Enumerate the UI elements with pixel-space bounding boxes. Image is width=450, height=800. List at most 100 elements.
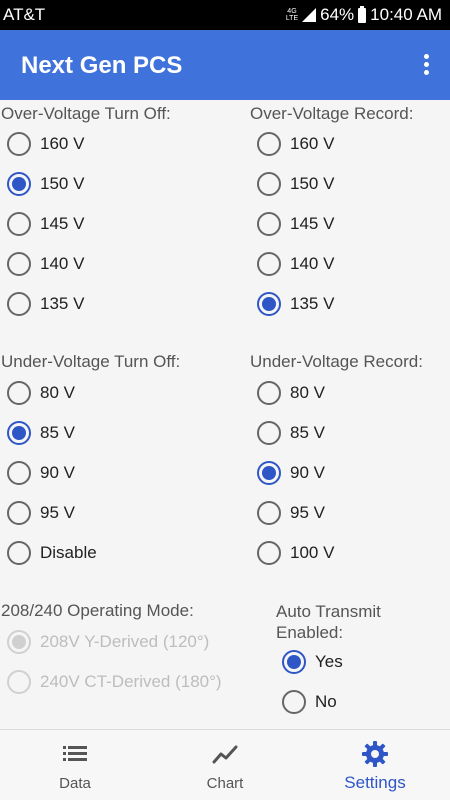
radio-circle: [282, 650, 306, 674]
list-icon: [63, 746, 87, 761]
radio-circle: [7, 461, 31, 485]
network-type-icon: 4G LTE: [285, 8, 299, 22]
option-label: 85 V: [40, 423, 75, 442]
radio-option[interactable]: 135 V: [257, 284, 334, 324]
option-label: 145 V: [290, 214, 335, 233]
radio-option[interactable]: 140 V: [257, 244, 334, 284]
status-icons: 4G LTE 64% 10:40 AM: [286, 5, 442, 25]
battery-icon: [358, 5, 367, 23]
radio-circle: [257, 461, 281, 485]
radio-circle: [7, 292, 31, 316]
nav-label-data: Data: [59, 775, 91, 792]
option-label: 145 V: [40, 214, 85, 233]
radio-circle: [7, 172, 31, 196]
status-bar: AT&T 4G LTE 64% 10:40 AM: [0, 0, 450, 30]
option-label: 85 V: [290, 423, 325, 442]
radio-circle: [257, 501, 281, 525]
option-label: 140 V: [40, 254, 85, 273]
option-label: 90 V: [40, 463, 75, 482]
radio-option[interactable]: 80 V: [257, 373, 325, 413]
option-label: 240V CT-Derived (180°): [40, 672, 222, 691]
auto-transmit-label-line2: Enabled:: [276, 623, 344, 642]
bottom-navigation: Data Chart Settings: [0, 729, 450, 800]
radio-circle: [257, 252, 281, 276]
option-label: 160 V: [40, 134, 85, 153]
over-voltage-record-label: Over-Voltage Record:: [250, 104, 414, 123]
option-label: 95 V: [40, 503, 75, 522]
radio-option[interactable]: 150 V: [7, 164, 84, 204]
radio-option[interactable]: Disable: [7, 533, 97, 573]
radio-circle: [7, 212, 31, 236]
nav-item-settings[interactable]: Settings: [300, 730, 450, 800]
option-label: 140 V: [290, 254, 335, 273]
operating-mode-label: 208/240 Operating Mode:: [1, 601, 194, 620]
option-label: No: [315, 692, 337, 711]
radio-option[interactable]: 160 V: [7, 124, 84, 164]
signal-strength-icon: [302, 8, 317, 22]
radio-circle: [7, 670, 31, 694]
radio-option[interactable]: 90 V: [257, 453, 325, 493]
carrier-label: AT&T: [3, 5, 46, 24]
auto-transmit-label-line1: Auto Transmit: [276, 602, 381, 621]
under-voltage-turn-off-label: Under-Voltage Turn Off:: [1, 352, 181, 371]
option-label: 150 V: [290, 174, 335, 193]
radio-circle: [257, 292, 281, 316]
nav-label-chart: Chart: [206, 775, 244, 792]
option-label: 160 V: [290, 134, 335, 153]
option-label: 90 V: [290, 463, 325, 482]
option-label: 100 V: [290, 543, 335, 562]
option-label: Yes: [315, 652, 343, 671]
radio-option[interactable]: 85 V: [7, 413, 75, 453]
option-label: 95 V: [290, 503, 325, 522]
app-title: Next Gen PCS: [21, 52, 183, 79]
overflow-menu-icon[interactable]: [422, 54, 430, 78]
option-label: 135 V: [40, 294, 85, 313]
clock: 10:40 AM: [370, 5, 442, 24]
option-label: 80 V: [40, 383, 75, 402]
option-label: 80 V: [290, 383, 325, 402]
option-label: Disable: [40, 543, 97, 562]
app-bar: Next Gen PCS: [0, 30, 450, 100]
radio-option[interactable]: 160 V: [257, 124, 334, 164]
radio-option: 240V CT-Derived (180°): [7, 662, 222, 702]
auto-transmit-label: Auto Transmit Enabled:: [276, 601, 381, 643]
radio-circle: [7, 381, 31, 405]
nav-label-settings: Settings: [344, 773, 406, 792]
radio-circle: [7, 252, 31, 276]
option-label: 135 V: [290, 294, 335, 313]
radio-circle: [257, 212, 281, 236]
radio-option[interactable]: 100 V: [257, 533, 334, 573]
radio-option[interactable]: 140 V: [7, 244, 84, 284]
radio-option[interactable]: No: [282, 682, 337, 722]
radio-circle: [7, 501, 31, 525]
nav-item-data[interactable]: Data: [0, 730, 150, 800]
radio-option[interactable]: 90 V: [7, 453, 75, 493]
nav-item-chart[interactable]: Chart: [150, 730, 300, 800]
radio-circle: [282, 690, 306, 714]
radio-circle: [257, 132, 281, 156]
radio-option[interactable]: 145 V: [257, 204, 334, 244]
option-label: 208V Y-Derived (120°): [40, 632, 210, 651]
gear-icon: [362, 741, 388, 767]
radio-option[interactable]: 95 V: [7, 493, 75, 533]
battery-percent: 64%: [320, 5, 355, 24]
radio-circle: [7, 421, 31, 445]
over-voltage-turn-off-label: Over-Voltage Turn Off:: [1, 104, 171, 123]
radio-option: 208V Y-Derived (120°): [7, 622, 209, 662]
radio-option[interactable]: 135 V: [7, 284, 84, 324]
trend-chart-icon: [212, 745, 238, 764]
radio-option[interactable]: 85 V: [257, 413, 325, 453]
radio-circle: [257, 172, 281, 196]
radio-option[interactable]: 145 V: [7, 204, 84, 244]
radio-option[interactable]: Yes: [282, 642, 343, 682]
radio-option[interactable]: 150 V: [257, 164, 334, 204]
radio-circle: [257, 421, 281, 445]
radio-circle: [257, 541, 281, 565]
radio-circle: [7, 132, 31, 156]
radio-option[interactable]: 95 V: [257, 493, 325, 533]
radio-circle: [257, 381, 281, 405]
option-label: 150 V: [40, 174, 85, 193]
radio-option[interactable]: 80 V: [7, 373, 75, 413]
radio-circle: [7, 541, 31, 565]
under-voltage-record-label: Under-Voltage Record:: [250, 352, 423, 371]
